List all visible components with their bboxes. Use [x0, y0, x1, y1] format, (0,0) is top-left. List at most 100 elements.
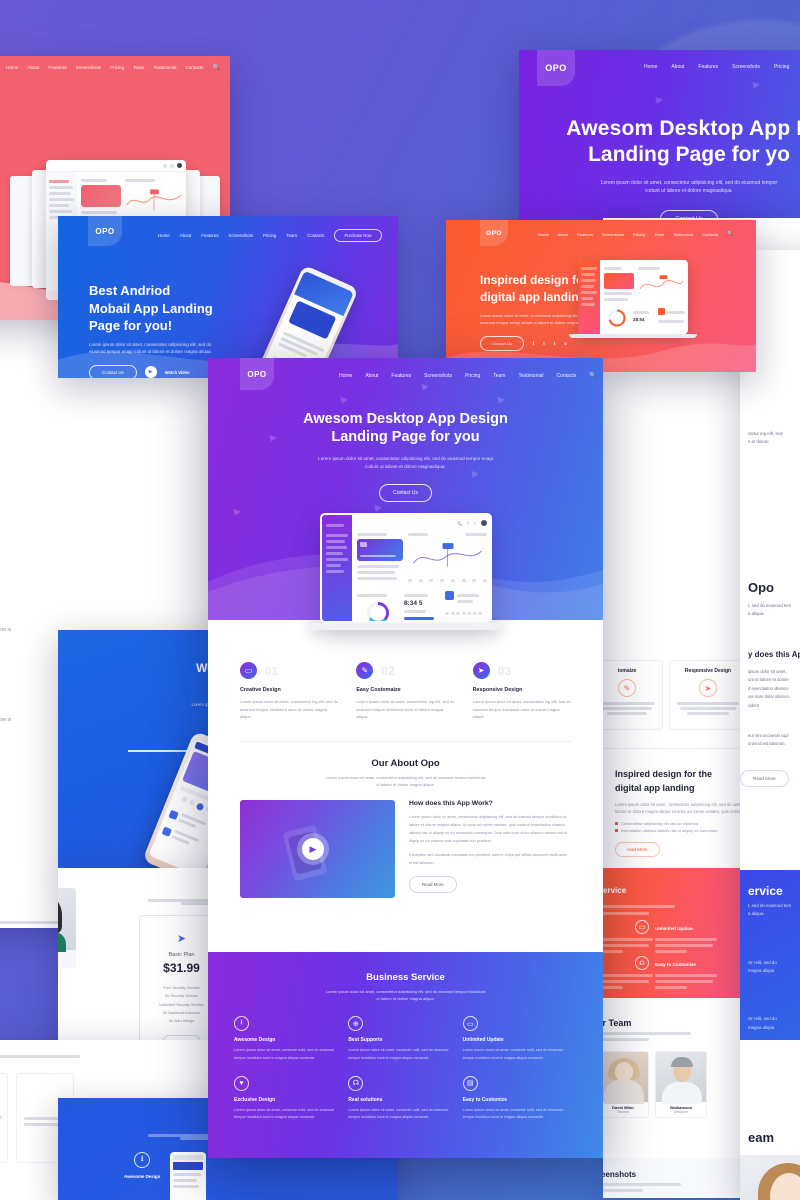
nav-item-home[interactable]: Home [339, 373, 352, 379]
blue-nav[interactable]: Home About Features Screenshots Pricing … [158, 229, 382, 242]
bullet-item: exercitation ullamco laboris nisi ut ali… [621, 828, 718, 834]
main-contact-us-button[interactable]: Contact Us [379, 483, 432, 502]
nav-item[interactable]: Screenshots [76, 65, 102, 70]
nav-item-contacts[interactable]: Contacts [557, 373, 577, 379]
nav-item[interactable]: Contacts [307, 233, 324, 238]
feature-card[interactable]: s [0, 1073, 8, 1163]
main-about: Our About Opo Lorem ipsum dolor sit amet… [208, 742, 603, 899]
nav-item-features[interactable]: Features [391, 373, 411, 379]
avatar [740, 1155, 800, 1200]
main-nav[interactable]: Home About Features Screenshots Pricing … [339, 372, 597, 380]
chat-icon: ▤ [462, 1075, 478, 1091]
business-item[interactable]: ⭳ Awesome Design Lorem ipsum dolor sit a… [234, 1016, 348, 1061]
feature-number: 03 [497, 663, 512, 678]
feature-item[interactable]: ➤ 03 Responsive Design Lorem ipsum dolor… [472, 662, 571, 721]
feature-title: Responsive Design [684, 668, 732, 674]
search-icon[interactable]: 🔍 [589, 372, 596, 379]
nav-item[interactable]: Screenshots [732, 64, 760, 70]
card-blue-mobile[interactable]: OPO Home About Features Screenshots Pric… [58, 216, 398, 378]
play-icon[interactable]: ▶ [302, 838, 324, 861]
service-title: s Service [603, 886, 627, 895]
brand-logo[interactable]: OPO [537, 50, 575, 86]
purple-hero-sub-1: Lorem ipsum dolor sit amet, consectetur … [600, 179, 778, 186]
nav-item[interactable]: Home [6, 65, 18, 70]
nav-item[interactable]: Team [133, 65, 144, 70]
business-item-text: Lorem ipsum dolor sit amet, consecte nol… [462, 1048, 563, 1060]
blue-service-band: ervice t, sed do eiusmod tem a aliqua. ct… [740, 870, 800, 1040]
nav-item[interactable]: Screenshots [602, 232, 624, 237]
feature-item[interactable]: ▭ 01 Creative Design Lorem ipsum dolor s… [240, 662, 338, 721]
purchase-now-button[interactable]: Purchase Now [334, 229, 382, 242]
card-purple-top[interactable]: OPO Home About Features Screenshots Pric… [519, 50, 800, 225]
nav-item[interactable]: Home [158, 233, 170, 238]
nav-item[interactable]: Home [644, 64, 657, 70]
nav-item-testimonial[interactable]: Testimonial [518, 373, 543, 379]
nav-item[interactable]: Testimonial [673, 232, 693, 237]
plan-feature: Free Security Service [163, 986, 200, 990]
nav-item[interactable]: Team [286, 233, 297, 238]
team-member-card[interactable]: Wolliamson Designer [655, 1051, 707, 1118]
about-video-thumb[interactable]: ▶ [240, 800, 395, 899]
business-item[interactable]: ♥ Exclusive Design Lorem ipsum dolor sit… [234, 1075, 348, 1121]
nav-item[interactable]: About [180, 233, 191, 238]
card-orange[interactable]: OPO Home About Features Screenshots Pric… [446, 220, 756, 372]
nav-item[interactable]: About [27, 65, 39, 70]
about-right-title: How does this App Work? [409, 800, 493, 808]
plan-price: $31.99 [163, 961, 200, 975]
nav-item[interactable]: Features [48, 65, 66, 70]
nav-item[interactable]: Screenshots [229, 233, 253, 238]
nav-item-team[interactable]: Team [493, 373, 505, 379]
business-sub-1: Lorem ipsum dolor sit amet, consectetur … [325, 989, 486, 994]
feature-card[interactable]: tomaize ✎ [603, 660, 663, 730]
nav-item[interactable]: Pricing [263, 233, 276, 238]
business-item[interactable]: ☊ Real solutions Lorem ipsum dolor sit a… [348, 1075, 462, 1121]
nav-item[interactable]: Pricing [774, 64, 789, 70]
about-read-more-button[interactable]: Read More [409, 876, 457, 894]
nav-item[interactable]: Features [201, 233, 218, 238]
nav-item[interactable]: Home [538, 232, 549, 237]
orange-nav[interactable]: Home About Features Screenshots Pricing … [538, 231, 733, 237]
nav-item[interactable]: Features [577, 232, 593, 237]
brand-logo[interactable]: OPO [480, 220, 508, 246]
plan-name: Basic Plan [168, 952, 195, 958]
card-far-right-text[interactable]: ctetur ing elit, sed e et dolore Opo t, s… [740, 250, 800, 1200]
nav-item-about[interactable]: About [365, 373, 378, 379]
nav-item[interactable]: Team [654, 232, 664, 237]
feature-title: Easy Costomaize [356, 687, 401, 693]
testimonial-person-card[interactable]: Carlos Develo [58, 888, 76, 968]
business-item[interactable]: ⊕ Best Supports Lorem ipsum dolor sit am… [348, 1016, 462, 1061]
triangle-decor [495, 396, 505, 406]
nav-item[interactable]: About [671, 64, 684, 70]
nav-item[interactable]: Features [698, 64, 718, 70]
brand-logo[interactable]: OPO [240, 358, 274, 390]
search-icon[interactable]: 🔍 [727, 231, 733, 237]
read-more-button[interactable]: read More [615, 842, 660, 858]
about-right-p2: Excepteur sint occaecat cupidatat non pr… [409, 852, 568, 866]
business-item[interactable]: ▤ Easy to Customize Lorem ipsum dolor si… [462, 1075, 577, 1121]
pink-nav[interactable]: Home About Features Screenshots Pricing … [0, 56, 230, 79]
feature-item[interactable]: ✎ 02 Easy Costomaize Lorem ipsum dolor s… [356, 662, 454, 721]
purple-hero-sub-2: icidunt ut labore et dolore magnaaliqua. [645, 187, 733, 194]
read-more-button[interactable]: Read More [740, 770, 789, 787]
nav-item[interactable]: Contacts [185, 65, 203, 70]
business-item-title: Best Supports [348, 1037, 383, 1044]
nav-item[interactable]: Contacts [702, 232, 718, 237]
nav-item[interactable]: About [558, 232, 568, 237]
nav-item-screenshots[interactable]: Screenshots [424, 373, 452, 379]
nav-item[interactable]: Pricing [633, 232, 645, 237]
search-icon[interactable]: 🔍 [213, 64, 220, 71]
main-hero-title-1: Awesom Desktop App Design [303, 411, 508, 427]
card-main-landing[interactable]: OPO Home About Features Screenshots Pric… [208, 358, 603, 1158]
feature-text: Lorem ipsum dolor sit amet, consectetur … [356, 699, 455, 720]
nav-item-pricing[interactable]: Pricing [465, 373, 480, 379]
product-item-title: Awesome Design [124, 1174, 161, 1179]
team-member-card[interactable]: David Mitur Tecxent [603, 1051, 649, 1118]
monitor-icon: ▭ [462, 1016, 478, 1032]
feature-card[interactable]: Responsive Design ➤ [669, 660, 747, 730]
purple-nav[interactable]: Home About Features Screenshots Pricing [644, 64, 789, 70]
nav-item[interactable]: Testimonial [153, 65, 176, 70]
nav-item[interactable]: Pricing [110, 65, 124, 70]
business-item[interactable]: ▭ Unlimited Update Lorem ipsum dolor sit… [462, 1016, 577, 1061]
brand-logo[interactable]: OPO [88, 216, 122, 246]
business-sub-2: ut labore et dolore magna aliqua. [376, 996, 435, 1002]
